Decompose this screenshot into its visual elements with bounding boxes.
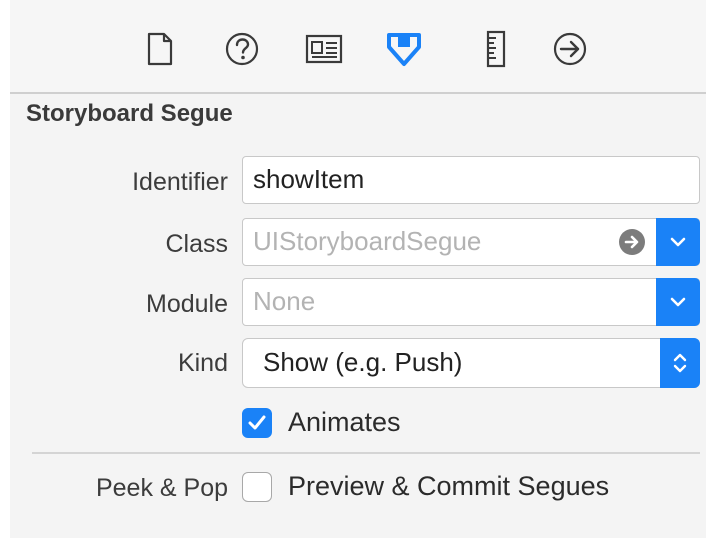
identifier-label: Identifier: [132, 168, 228, 196]
attributes-inspector-icon[interactable]: [384, 26, 424, 72]
peek-pop-label: Peek & Pop: [95, 474, 228, 502]
preview-commit-checkbox[interactable]: [242, 472, 272, 502]
animates-label: Animates: [288, 407, 401, 437]
module-field[interactable]: None: [242, 278, 700, 326]
kind-value: Show (e.g. Push): [263, 347, 463, 377]
identifier-value: showItem: [253, 164, 365, 194]
module-label: Module: [146, 290, 228, 318]
module-dropdown-button[interactable]: [656, 278, 700, 326]
quick-help-icon[interactable]: [222, 26, 262, 72]
size-inspector-icon[interactable]: [476, 26, 516, 72]
up-down-chevron-icon: [673, 353, 687, 373]
toolbar-divider: [10, 92, 706, 94]
section-divider: [32, 452, 700, 454]
kind-label: Kind: [177, 349, 228, 377]
inspector-panel: Storyboard Segue Identifier showItem Cla…: [10, 0, 706, 538]
module-placeholder: None: [253, 286, 316, 316]
checkmark-icon: [248, 415, 266, 430]
preview-commit-label: Preview & Commit Segues: [288, 471, 610, 501]
animates-checkbox[interactable]: [242, 408, 272, 438]
connections-inspector-icon[interactable]: [550, 26, 590, 72]
class-field[interactable]: UIStoryboardSegue: [242, 218, 700, 266]
chevron-down-icon: [670, 237, 686, 247]
section-title: Storyboard Segue: [26, 100, 233, 127]
class-placeholder: UIStoryboardSegue: [253, 226, 482, 256]
inspector-toolbar: [10, 0, 706, 92]
kind-stepper-button[interactable]: [660, 338, 700, 388]
identity-inspector-icon[interactable]: [304, 26, 344, 72]
kind-popup[interactable]: Show (e.g. Push): [242, 338, 700, 388]
identifier-field[interactable]: showItem: [242, 156, 700, 204]
file-inspector-icon[interactable]: [140, 26, 180, 72]
go-to-class-icon[interactable]: [619, 229, 645, 255]
class-dropdown-button[interactable]: [656, 218, 700, 266]
class-label: Class: [165, 230, 228, 258]
chevron-down-icon: [670, 297, 686, 307]
